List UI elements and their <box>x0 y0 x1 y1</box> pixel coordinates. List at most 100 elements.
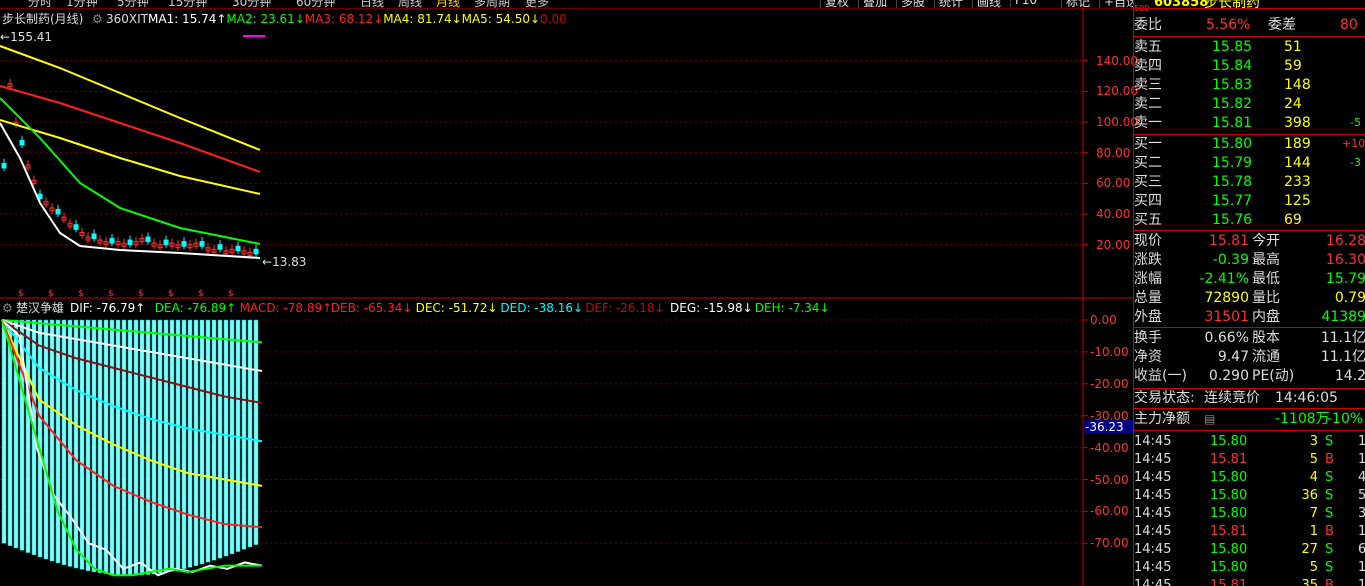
tick-row: 14:45 15.80 4 S 4 <box>1134 470 1365 485</box>
chart-area: $ $ $ $ $ $ $ $ 步长制药(月线) ⚙ 360XIT MA1: 15.74↑ MA… <box>0 8 1138 586</box>
trading-terminal: { "toolbar": { "periods": ["分时","1分钟","5… <box>0 0 1365 586</box>
bid-row[interactable]: 买四 15.77 125 <box>1134 192 1365 210</box>
toolbar-button[interactable]: 叠加 <box>858 0 887 8</box>
candle-body <box>1 162 7 169</box>
y-tick-label: 0.00 <box>1090 313 1117 327</box>
macd-bar <box>193 319 199 566</box>
macd-bar <box>199 319 205 565</box>
y-tick-label: -50.00 <box>1090 472 1129 487</box>
y-tick-label: -10.00 <box>1090 344 1129 359</box>
candle-body <box>91 233 97 240</box>
ask-row[interactable]: 卖四 15.84 59 <box>1134 57 1365 75</box>
toolbar-button[interactable]: 复权 <box>820 0 849 8</box>
month-marker: $ <box>228 289 234 299</box>
stat-row: 外盘 31501 内盘 41389 <box>1134 309 1365 325</box>
bid-row[interactable]: 买五 15.76 69 <box>1134 211 1365 229</box>
candle-body <box>19 139 25 146</box>
indicator-label: MA2: 23.61↓ <box>226 12 305 26</box>
macd-bar <box>1 319 7 544</box>
macd-bar <box>157 319 163 574</box>
macd-bar <box>37 319 43 558</box>
low-price-marker: ←13.83 <box>262 255 307 269</box>
toolbar-button[interactable]: 多股 <box>896 0 925 8</box>
indicator-label: DEH: -7.34↓ <box>754 301 830 315</box>
macd-bar <box>205 319 211 563</box>
period-tab[interactable]: 1分钟 <box>66 0 98 8</box>
macd-bar <box>145 319 151 575</box>
y-tick-label: 80.00 <box>1096 145 1131 160</box>
macd-bar <box>235 319 241 552</box>
candle-body <box>109 238 115 244</box>
candle-body <box>145 236 151 243</box>
ma2-line <box>0 97 261 245</box>
month-marker: $ <box>108 289 114 299</box>
stat-row: 涨幅 -2.41% 最低 15.79 <box>1134 271 1365 287</box>
stat-row: 总量 72890 量比 0.79 <box>1134 290 1365 306</box>
y-tick-label: 60.00 <box>1096 176 1131 191</box>
magenta-marker <box>243 35 265 37</box>
list-icon[interactable]: ▤ <box>1204 410 1215 428</box>
candle-body <box>163 239 169 246</box>
ask-row[interactable]: 卖五 15.85 51 <box>1134 38 1365 56</box>
period-tab[interactable]: 日线 <box>360 0 384 8</box>
tick-row: 14:45 15.81 35 B 1 <box>1134 578 1365 586</box>
candle-body <box>73 224 79 230</box>
indicator-label: DEC: -51.72↓ <box>415 301 498 315</box>
month-marker: $ <box>138 289 144 299</box>
current-value-tag: -36.23 <box>1083 420 1133 434</box>
period-tab[interactable]: 15分钟 <box>168 0 207 8</box>
macd-bar <box>97 319 103 574</box>
main-chart-title: 步长制药(月线) <box>2 12 84 26</box>
y-tick-label: 40.00 <box>1096 207 1131 221</box>
sub-settings-icon[interactable]: ⚙ <box>2 301 13 315</box>
indicator-label: DED: -38.16↓ <box>500 301 584 315</box>
period-tab[interactable]: 30分钟 <box>232 0 271 8</box>
bid-row[interactable]: 买三 15.78 233 <box>1134 173 1365 191</box>
candle-body <box>127 239 133 246</box>
indicator-label: MA5: 54.50↓ <box>461 12 541 26</box>
bid-row[interactable]: 买一 15.80 189 +10 <box>1134 135 1365 153</box>
period-tab[interactable]: 5分钟 <box>117 0 149 8</box>
ask-row[interactable]: 卖一 15.81 398 -5 <box>1134 114 1365 132</box>
macd-bar <box>253 319 259 545</box>
period-tab[interactable]: 分时 <box>28 0 52 8</box>
period-tab[interactable]: 周线 <box>398 0 422 8</box>
tick-row: 14:45 15.80 7 S 3 <box>1134 506 1365 521</box>
macd-bar <box>109 319 115 575</box>
weibi-row: 委比 5.56% 委差 80 <box>1134 17 1358 33</box>
tick-row: 14:45 15.80 5 S 1 <box>1134 560 1365 575</box>
indicator-label: DIF: -76.79↑ <box>70 301 146 315</box>
sub-chart-title[interactable]: 楚汉争雄 <box>16 301 64 315</box>
stat-row: 涨跌 -0.39 最高 16.30 <box>1134 252 1365 268</box>
tick-row: 14:45 15.81 1 B 1 <box>1134 524 1365 539</box>
candle-body <box>253 248 259 255</box>
indicator-label: DEF: -26.18↓ <box>585 301 665 315</box>
toolbar-button[interactable]: 统计 <box>934 0 963 8</box>
toolbar-button[interactable]: 画线 <box>972 0 1001 8</box>
quote-header: 500 603858 步长制药 <box>1134 0 1365 13</box>
stock-code: 603858 <box>1154 0 1209 10</box>
macd-bar <box>247 319 253 548</box>
toolbar-button[interactable]: +自选 <box>1099 0 1133 8</box>
macd-bar <box>103 319 109 574</box>
ask-row[interactable]: 卖三 15.83 148 <box>1134 76 1365 94</box>
bid-row[interactable]: 买二 15.79 144 -3 <box>1134 154 1365 172</box>
main-indicator-name[interactable]: 360XIT <box>106 12 148 26</box>
period-tab[interactable]: 60分钟 <box>296 0 335 8</box>
settings-icon[interactable]: ⚙ <box>92 12 103 26</box>
period-tab[interactable]: 月线 <box>436 0 460 8</box>
indicator-label: MA1: 15.74↑ <box>148 12 227 26</box>
period-tab[interactable]: 多周期 <box>474 0 510 8</box>
toolbar-button[interactable]: 标记 <box>1061 0 1090 8</box>
kline-chart-svg[interactable]: $ $ $ $ $ $ $ $ <box>0 8 1133 586</box>
candle-body <box>181 241 187 247</box>
trade-status-row: 交易状态: 连续竞价 14:46:05 <box>1134 390 1338 406</box>
toolbar-button[interactable]: F10 <box>1010 0 1037 7</box>
y-tick-label: -70.00 <box>1090 536 1129 551</box>
candle-body <box>217 244 223 250</box>
ask-row[interactable]: 卖二 15.82 24 <box>1134 95 1365 113</box>
macd-bar <box>133 319 139 576</box>
net-flow-row: 主力净额 ▤ -1108万 -10% <box>1134 410 1364 428</box>
period-tab[interactable]: 更多 <box>525 0 549 8</box>
indicator-label: DEB: -65.34↓ <box>330 301 413 315</box>
